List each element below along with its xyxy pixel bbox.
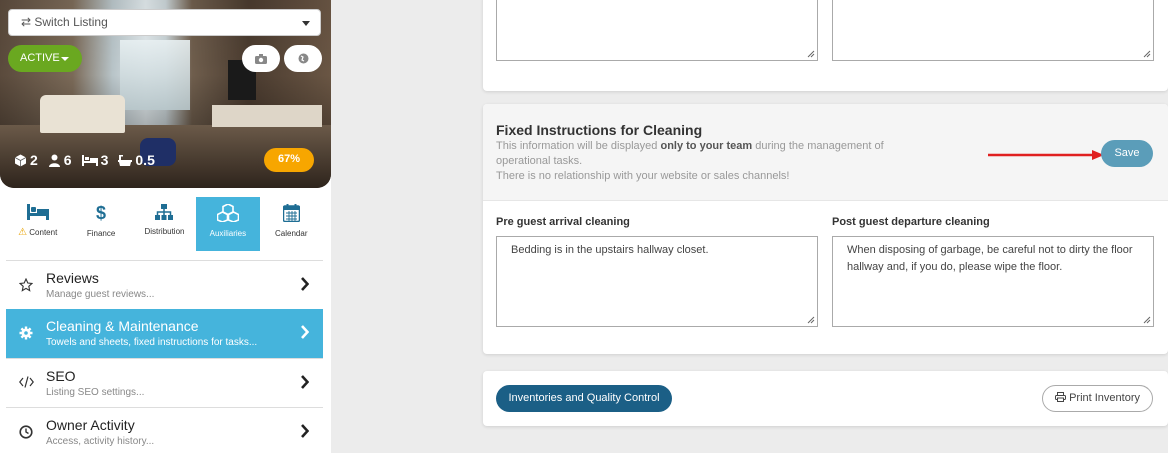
tab-content-label: Content <box>29 228 58 237</box>
users-icon <box>48 154 60 167</box>
cleaning-instructions-card: Fixed Instructions for Cleaning This inf… <box>483 104 1168 354</box>
tab-finance-label: Finance <box>86 229 116 238</box>
print-inventory-label: Print Inventory <box>1069 392 1140 404</box>
post-cleaning-label: Post guest departure cleaning <box>832 216 990 228</box>
menu-item-subtitle: Access, activity history... <box>46 436 155 447</box>
listing-tabs: ⚠ Content $ Finance Distribution Auxilia… <box>6 197 323 252</box>
warning-icon: ⚠ <box>18 227 28 238</box>
print-inventory-button[interactable]: Print Inventory <box>1042 385 1153 412</box>
desc-bold: only to your team <box>660 140 753 152</box>
tab-calendar[interactable]: Calendar <box>260 197 323 251</box>
stat-guests: 6 <box>48 152 72 168</box>
menu-item-title: Reviews <box>46 270 99 286</box>
switch-listing-dropdown[interactable]: ⇄ Switch Listing <box>8 9 321 36</box>
caret-down-icon <box>61 57 69 61</box>
cubes-icon <box>216 204 239 222</box>
camera-icon <box>255 53 267 64</box>
chevron-right-icon <box>301 325 309 339</box>
card-description: This information will be displayed only … <box>496 139 896 184</box>
menu-item-title: Cleaning & Maintenance <box>46 318 199 334</box>
resize-grip-icon <box>1143 50 1151 58</box>
post-cleaning-textarea[interactable]: When disposing of garbage, be careful no… <box>832 236 1154 327</box>
save-button[interactable]: Save <box>1101 140 1153 167</box>
menu-item-subtitle: Manage guest reviews... <box>46 289 155 300</box>
stat-beds: 3 <box>81 152 109 168</box>
post-cleaning-value: When disposing of garbage, be careful no… <box>847 244 1133 273</box>
stat-baths: 0.5 <box>118 152 155 168</box>
resize-grip-icon <box>1143 316 1151 324</box>
menu-item-title: Owner Activity <box>46 417 135 433</box>
gear-icon <box>19 326 33 340</box>
tab-finance[interactable]: $ Finance <box>69 197 132 251</box>
listing-stats: 2 6 3 0.5 <box>14 152 155 168</box>
arrow-annotation-icon <box>988 150 1104 160</box>
calendar-icon <box>282 204 300 222</box>
menu-item-reviews[interactable]: Reviews Manage guest reviews... <box>6 260 323 309</box>
pre-cleaning-textarea[interactable]: Bedding is in the upstairs hallway close… <box>496 236 818 327</box>
stat-beds-value: 3 <box>100 152 109 168</box>
chevron-right-icon <box>301 424 309 438</box>
stat-rooms-value: 2 <box>30 152 38 168</box>
star-icon <box>19 278 33 292</box>
code-icon <box>19 376 34 388</box>
desc-text: This information will be displayed <box>496 140 661 152</box>
stat-baths-value: 0.5 <box>135 152 155 168</box>
card-title: Fixed Instructions for Cleaning <box>496 122 703 138</box>
inventory-card: Inventories and Quality Control Print In… <box>483 371 1168 426</box>
status-dropdown[interactable]: ACTIVE <box>8 45 82 72</box>
previous-card <box>483 0 1168 91</box>
tab-auxiliaries[interactable]: Auxiliaries <box>196 197 260 251</box>
bed-icon <box>26 204 49 220</box>
menu-item-subtitle: Listing SEO settings... <box>46 387 145 398</box>
auxiliaries-menu: Reviews Manage guest reviews... Cleaning… <box>6 260 323 453</box>
menu-item-cleaning-maintenance[interactable]: Cleaning & Maintenance Towels and sheets… <box>6 309 323 358</box>
photo-sofa <box>40 95 125 133</box>
previous-textarea-left[interactable] <box>496 0 818 61</box>
clock-icon <box>19 425 33 439</box>
pre-cleaning-label: Pre guest arrival cleaning <box>496 216 630 228</box>
map-button[interactable] <box>284 45 322 72</box>
cube-icon <box>14 154 27 166</box>
menu-item-seo[interactable]: SEO Listing SEO settings... <box>6 358 323 407</box>
resize-grip-icon <box>807 50 815 58</box>
tab-distribution-label: Distribution <box>144 227 185 236</box>
completion-badge: 67% <box>264 148 314 172</box>
sidebar: ⇄ Switch Listing ACTIVE 2 6 3 0.5 67% ⚠ … <box>0 0 331 453</box>
sitemap-icon <box>155 204 174 220</box>
stat-rooms: 2 <box>14 152 38 168</box>
menu-item-subtitle: Towels and sheets, fixed instructions fo… <box>46 337 258 348</box>
photos-button[interactable] <box>242 45 280 72</box>
chevron-right-icon <box>301 375 309 389</box>
tab-auxiliaries-label: Auxiliaries <box>209 229 247 238</box>
chevron-right-icon <box>301 277 309 291</box>
menu-item-title: SEO <box>46 368 76 384</box>
photo-window <box>120 40 190 110</box>
previous-textarea-right[interactable] <box>832 0 1154 61</box>
switch-listing-label: ⇄ Switch Listing <box>21 15 108 29</box>
pre-cleaning-value: Bedding is in the upstairs hallway close… <box>511 244 709 256</box>
photo-cabinet <box>212 105 322 127</box>
print-icon <box>1055 392 1066 402</box>
card-header: Fixed Instructions for Cleaning This inf… <box>483 104 1168 201</box>
tab-calendar-label: Calendar <box>275 229 308 238</box>
svg-text:$: $ <box>96 204 106 222</box>
stat-guests-value: 6 <box>63 152 72 168</box>
resize-grip-icon <box>807 316 815 324</box>
status-label: ACTIVE <box>20 52 60 64</box>
caret-down-icon <box>302 21 310 26</box>
dollar-icon: $ <box>96 204 106 222</box>
bed-icon <box>81 155 98 166</box>
desc-line2: There is no relationship with your websi… <box>496 170 790 182</box>
tab-content[interactable]: ⚠ Content <box>6 197 69 251</box>
globe-icon <box>298 53 308 64</box>
menu-item-owner-activity[interactable]: Owner Activity Access, activity history.… <box>6 407 323 453</box>
bathtub-icon <box>118 154 133 166</box>
tab-distribution[interactable]: Distribution <box>133 197 196 251</box>
listing-photo: ⇄ Switch Listing ACTIVE 2 6 3 0.5 67% <box>0 0 331 188</box>
inventories-quality-control-button[interactable]: Inventories and Quality Control <box>496 385 672 412</box>
